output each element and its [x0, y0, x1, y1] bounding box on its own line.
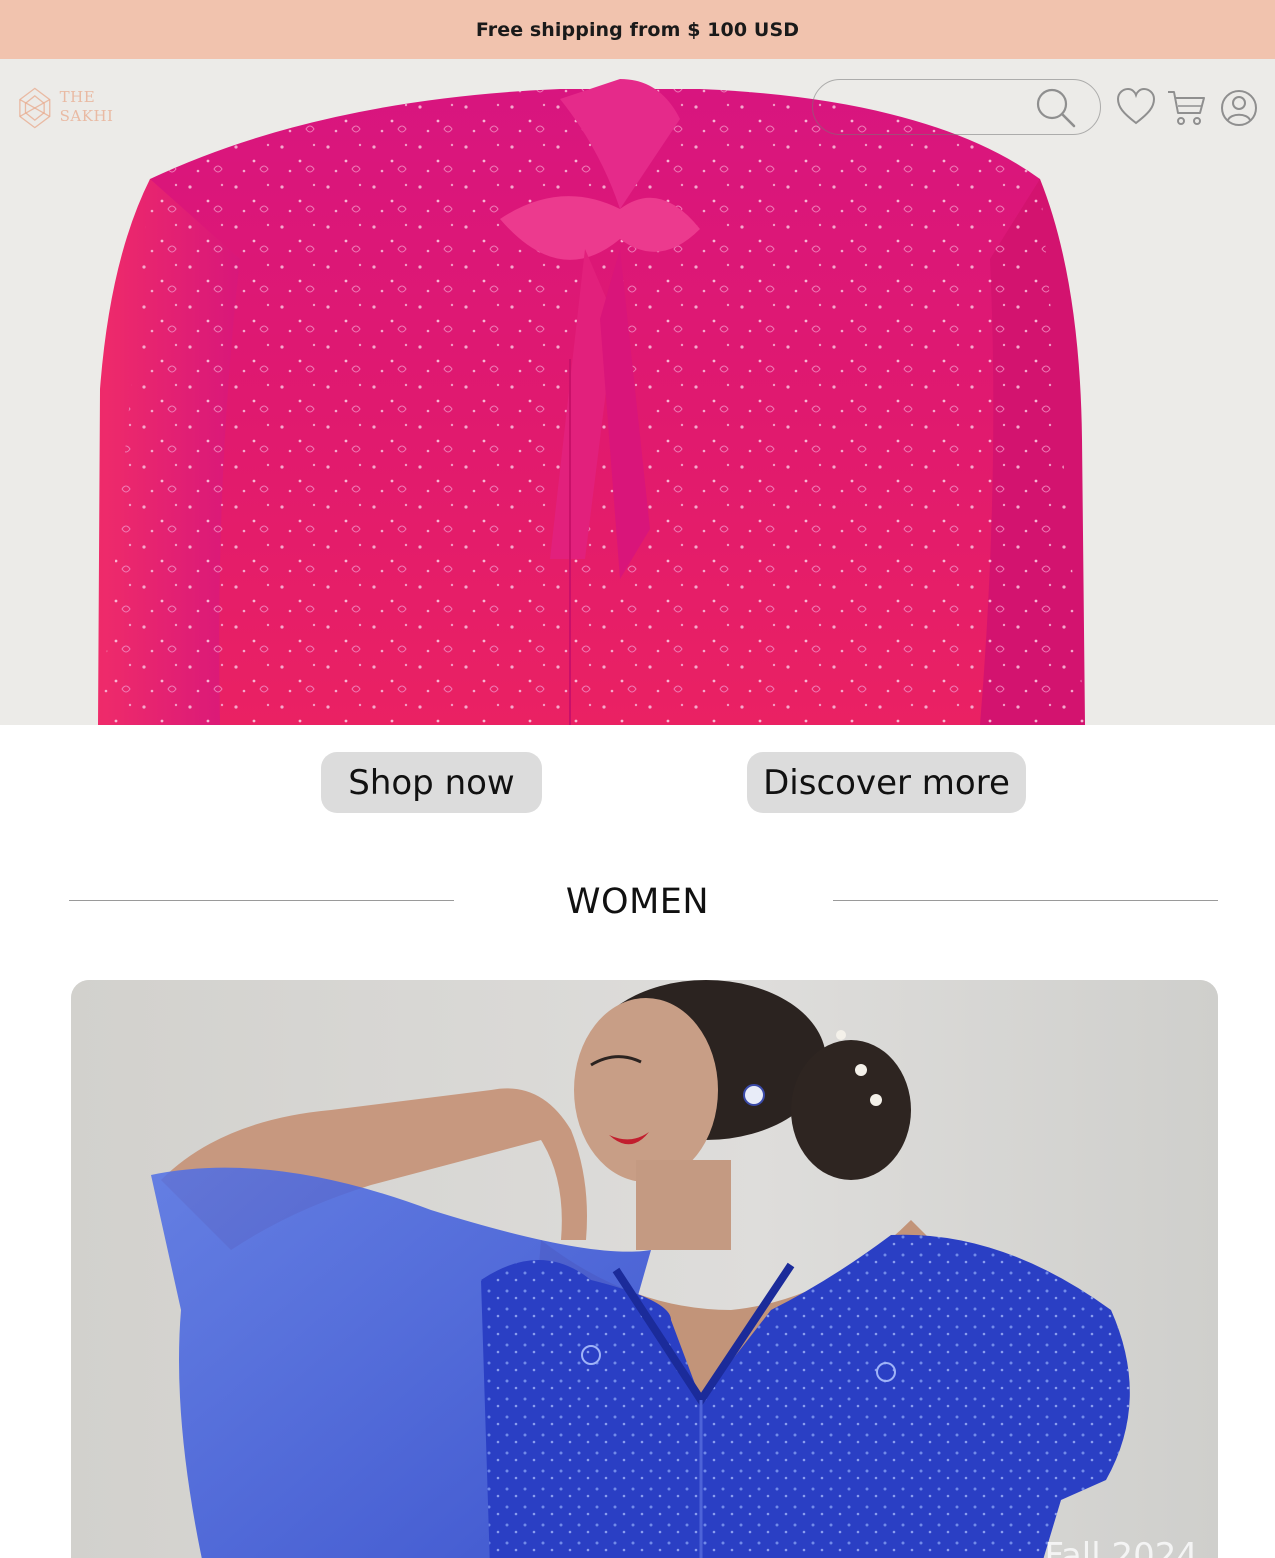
women-collection-card[interactable]: Fall 2024: [71, 980, 1218, 1558]
wishlist-heart-icon[interactable]: [1115, 87, 1157, 127]
women-section-heading: WOMEN: [0, 878, 1275, 928]
search-icon[interactable]: [1034, 86, 1078, 130]
announcement-text: Free shipping from $ 100 USD: [475, 18, 800, 41]
discover-more-button[interactable]: Discover more: [747, 752, 1026, 813]
account-icon[interactable]: [1220, 89, 1258, 127]
logo-text: THE SAKHI: [59, 88, 114, 125]
logo-mark-icon: [19, 87, 51, 129]
collection-image: [71, 980, 1218, 1558]
hero-image: [0, 59, 1275, 725]
hero-actions: Shop now Discover more: [0, 752, 1275, 814]
announcement-bar: Free shipping from $ 100 USD: [0, 0, 1275, 59]
search-input[interactable]: [837, 92, 1037, 124]
section-title: WOMEN: [565, 882, 710, 922]
shop-now-button[interactable]: Shop now: [321, 752, 542, 813]
divider-right: [833, 900, 1218, 901]
brand-logo[interactable]: THE SAKHI: [18, 83, 148, 133]
collection-caption: Fall 2024: [1044, 1536, 1199, 1558]
hero-banner[interactable]: [0, 59, 1275, 725]
site-header: THE SAKHI: [0, 59, 1275, 155]
cart-icon[interactable]: [1166, 87, 1208, 129]
